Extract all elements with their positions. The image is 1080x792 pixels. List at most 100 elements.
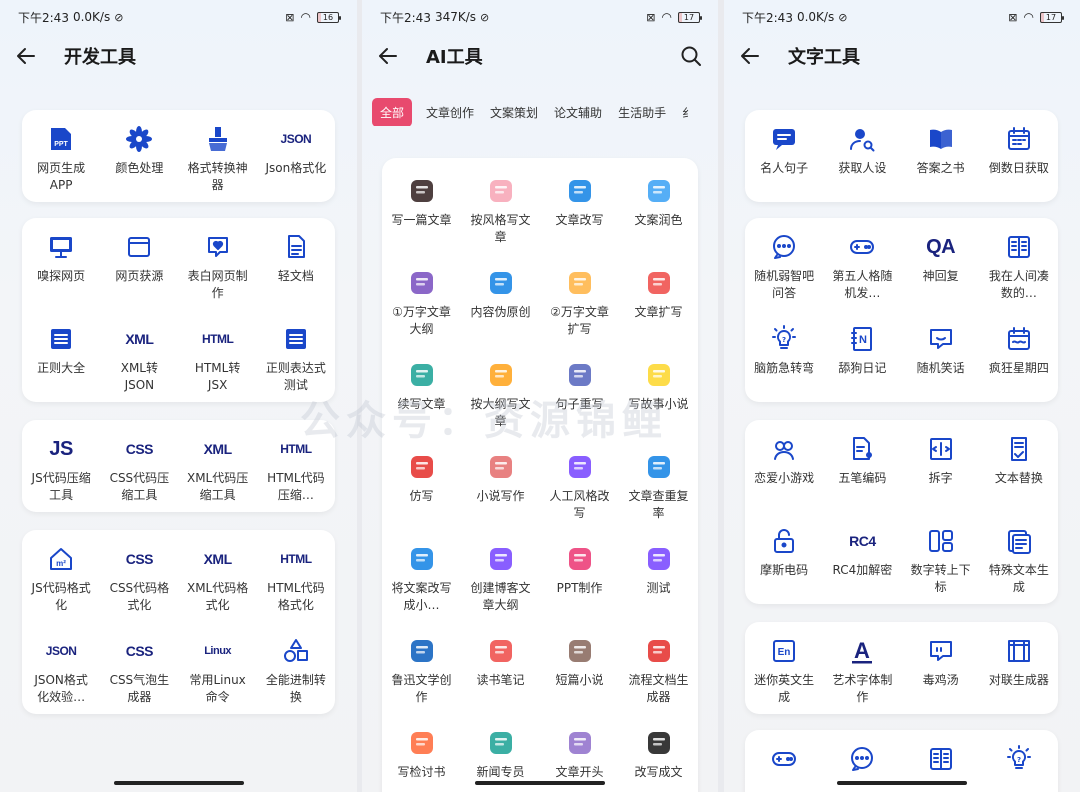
tool-tile[interactable]: 疯狂星期四 <box>980 310 1058 402</box>
ai-tool-tile[interactable]: 写一篇文章 <box>382 162 461 254</box>
tool-tile[interactable]: 名人句子 <box>745 110 823 202</box>
tool-label: 文章开头 <box>555 765 604 779</box>
tool-tile[interactable]: 文本替换 <box>980 420 1058 512</box>
tool-tile[interactable]: JSON Json格式化 <box>257 110 335 202</box>
tool-tile[interactable]: 拆字 <box>902 420 980 512</box>
tool-tile[interactable]: A 艺术字体制作 <box>823 622 901 714</box>
ai-tool-tile[interactable]: PPT制作 <box>540 530 619 622</box>
tool-tile[interactable]: 第五人格随机发… <box>823 218 901 310</box>
tool-tile[interactable]: Linux 常用Linux命令 <box>179 622 257 714</box>
ai-tool-tile[interactable]: 测试 <box>619 530 698 622</box>
tool-tile[interactable]: m² JS代码格式化 <box>22 530 100 622</box>
back-arrow-icon[interactable] <box>376 44 400 68</box>
tool-tile[interactable]: JS JS代码压缩工具 <box>22 420 100 512</box>
tool-tile[interactable]: RC4 RC4加解密 <box>823 512 901 604</box>
ai-tool-tile[interactable]: 文案润色 <box>619 162 698 254</box>
ai-tool-tile[interactable]: 小说写作 <box>461 438 540 530</box>
tab-5[interactable]: 纟 <box>680 104 696 121</box>
tool-label: 表白网页制作 <box>187 269 248 300</box>
tool-tile[interactable]: 网页获源 <box>100 218 178 310</box>
tool-label: 短篇小说 <box>555 673 604 687</box>
ai-tool-tile[interactable]: 按大纲写文章 <box>461 346 540 438</box>
ai-tool-tile[interactable]: ①万字文章大纲 <box>382 254 461 346</box>
tool-card: 恋爱小游戏 五笔编码 拆字 文本替换摩斯电码 RC4 RC4加解密 数字转上下标 特殊文本生成 <box>745 420 1058 604</box>
battery-icon: 17 <box>678 11 702 23</box>
tab-3[interactable]: 论文辅助 <box>552 104 604 121</box>
tool-tile[interactable]: HTML HTML转JSX <box>179 310 257 402</box>
tool-tile[interactable]: XML XML代码压缩工具 <box>179 420 257 512</box>
tool-tile[interactable]: En 迷你英文生成 <box>745 622 823 714</box>
ai-tool-tile[interactable]: 将文案改写成小… <box>382 530 461 622</box>
ai-tool-tile[interactable]: 写检讨书 <box>382 714 461 792</box>
tool-tile[interactable]: HTML HTML代码压缩… <box>257 420 335 512</box>
ai-tool-tile[interactable]: 读书笔记 <box>461 622 540 714</box>
tool-tile[interactable]: 摩斯电码 <box>745 512 823 604</box>
ai-tool-tile[interactable]: 鲁迅文学创作 <box>382 622 461 714</box>
tool-tile[interactable]: 特殊文本生成 <box>980 512 1058 604</box>
tool-tile[interactable]: 颜色处理 <box>100 110 178 202</box>
tool-tile[interactable]: 正则表达式测试 <box>257 310 335 402</box>
ai-tool-tile[interactable]: 内容伪原创 <box>461 254 540 346</box>
tool-tile[interactable]: 对联生成器 <box>980 622 1058 714</box>
back-arrow-icon[interactable] <box>738 44 762 68</box>
home-indicator[interactable] <box>475 781 605 785</box>
ai-tool-tile[interactable]: 改写成文 <box>619 714 698 792</box>
tool-tile[interactable]: HTML HTML代码格式化 <box>257 530 335 622</box>
ai-tool-tile[interactable]: 文章扩写 <box>619 254 698 346</box>
tab-0[interactable]: 全部 <box>372 98 413 126</box>
tab-2[interactable]: 文案策划 <box>488 104 540 121</box>
ai-tool-tile[interactable]: 续写文章 <box>382 346 461 438</box>
ai-tool-tile[interactable]: 短篇小说 <box>540 622 619 714</box>
search-icon[interactable] <box>678 43 704 69</box>
tool-tile[interactable]: 毒鸡汤 <box>902 622 980 714</box>
tool-tile[interactable]: ? <box>980 730 1058 792</box>
tool-tile[interactable]: 倒数日获取 <box>980 110 1058 202</box>
home-indicator[interactable] <box>837 781 967 785</box>
tool-tile[interactable]: 随机笑话 <box>902 310 980 402</box>
tool-label: 我在人间凑数的… <box>988 269 1049 300</box>
status-time: 下午2:43 <box>742 10 793 25</box>
tab-1[interactable]: 文章创作 <box>424 104 476 121</box>
tool-tile[interactable]: 随机弱智吧问答 <box>745 218 823 310</box>
tool-tile[interactable]: 全能进制转换 <box>257 622 335 714</box>
tool-tile[interactable]: 答案之书 <box>902 110 980 202</box>
tool-tile[interactable]: 获取人设 <box>823 110 901 202</box>
tool-label: 正则表达式测试 <box>265 361 326 392</box>
tool-tile[interactable]: ? 脑筋急转弯 <box>745 310 823 402</box>
tool-tile[interactable]: 五笔编码 <box>823 420 901 512</box>
ai-tool-tile[interactable]: 流程文档生成器 <box>619 622 698 714</box>
tool-tile[interactable]: N 舔狗日记 <box>823 310 901 402</box>
ai-tool-tile[interactable]: 文章查重复率 <box>619 438 698 530</box>
tool-tile[interactable]: 轻文档 <box>257 218 335 310</box>
rc4-icon: RC4 <box>849 533 876 549</box>
tool-tile[interactable] <box>745 730 823 792</box>
tool-tile[interactable]: CSS CSS代码格式化 <box>100 530 178 622</box>
ai-tool-tile[interactable]: ②万字文章扩写 <box>540 254 619 346</box>
ai-tool-tile[interactable]: 创建博客文章大纲 <box>461 530 540 622</box>
tool-tile[interactable]: XML XML转JSON <box>100 310 178 402</box>
back-arrow-icon[interactable] <box>14 44 38 68</box>
polish-icon <box>644 176 674 206</box>
tool-tile[interactable]: 我在人间凑数的… <box>980 218 1058 310</box>
ai-tool-tile[interactable]: 人工风格改写 <box>540 438 619 530</box>
ai-tool-tile[interactable]: 仿写 <box>382 438 461 530</box>
tool-tile[interactable]: JSON JSON格式化效验… <box>22 622 100 714</box>
tool-tile[interactable]: 恋爱小游戏 <box>745 420 823 512</box>
tool-tile[interactable]: PPT 网页生成APP <box>22 110 100 202</box>
tool-tile[interactable]: 正则大全 <box>22 310 100 402</box>
tool-tile[interactable]: 格式转换神器 <box>179 110 257 202</box>
tool-tile[interactable]: 数字转上下标 <box>902 512 980 604</box>
tool-tile[interactable]: XML XML代码格式化 <box>179 530 257 622</box>
ai-tool-tile[interactable]: 文章改写 <box>540 162 619 254</box>
calendar-wave-icon <box>1004 324 1034 354</box>
home-indicator[interactable] <box>113 781 244 785</box>
tool-tile[interactable]: QA 神回复 <box>902 218 980 310</box>
ai-tool-tile[interactable]: 句子重写 <box>540 346 619 438</box>
tool-tile[interactable]: CSS CSS气泡生成器 <box>100 622 178 714</box>
tool-tile[interactable]: CSS CSS代码压缩工具 <box>100 420 178 512</box>
tab-4[interactable]: 生活助手 <box>616 104 668 121</box>
ai-tool-tile[interactable]: 写故事小说 <box>619 346 698 438</box>
tool-tile[interactable]: 表白网页制作 <box>179 218 257 310</box>
tool-tile[interactable]: 嗅探网页 <box>22 218 100 310</box>
ai-tool-tile[interactable]: 按风格写文章 <box>461 162 540 254</box>
